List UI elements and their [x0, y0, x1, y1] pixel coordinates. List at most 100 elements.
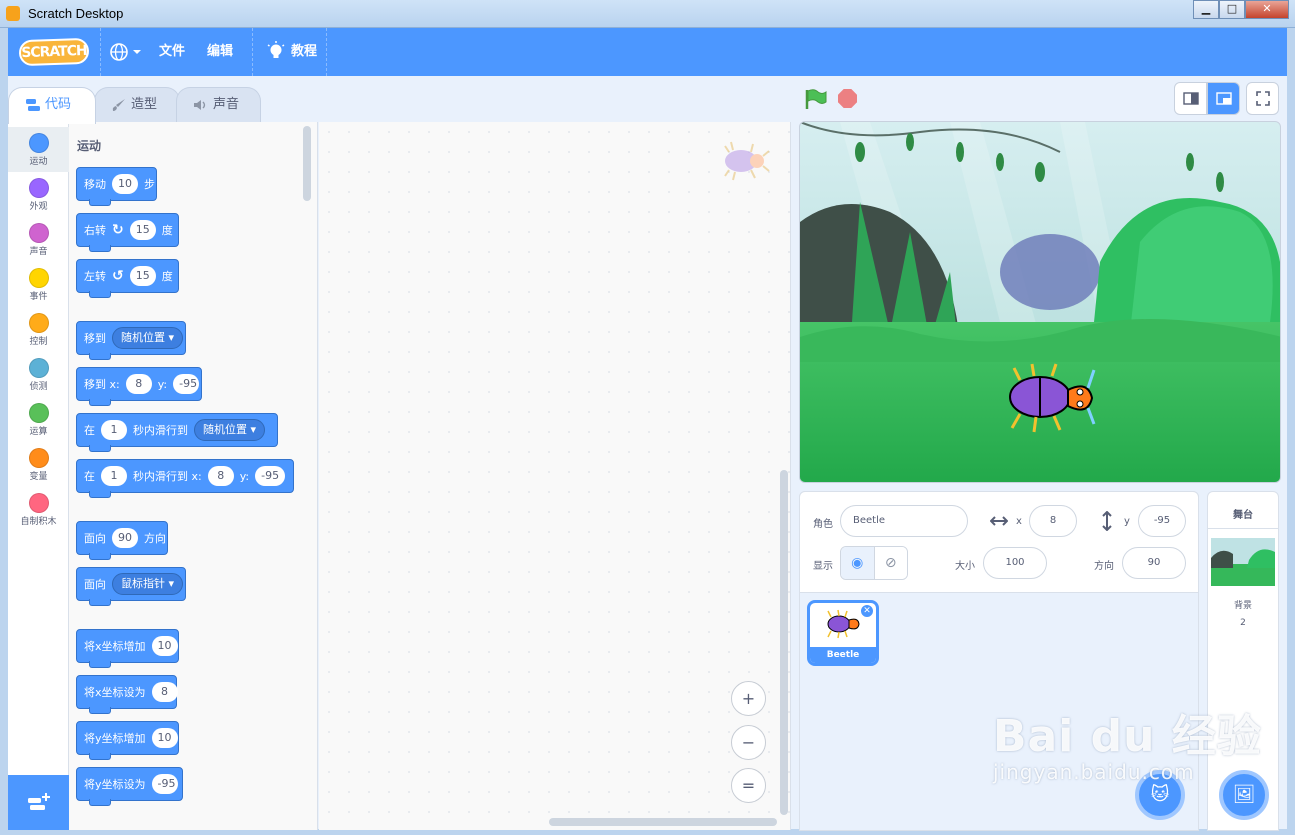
- sprite-name-input[interactable]: Beetle: [840, 505, 968, 537]
- block-text: y:: [157, 377, 168, 391]
- backdrops-label: 背景: [1233, 601, 1252, 611]
- category-sensing[interactable]: 侦测: [8, 352, 69, 397]
- glide-target-dropdown[interactable]: 随机位置 ▾: [194, 419, 266, 441]
- category-menu: 运动 外观 声音 事件 控制 侦测 运算 变量 自制积木: [8, 122, 69, 830]
- block-move-steps[interactable]: 移动 10 步: [76, 167, 157, 206]
- tab-costumes[interactable]: 造型: [94, 87, 180, 123]
- minimize-button[interactable]: ▁: [1193, 0, 1219, 19]
- menu-bar: SCRATCH 文件 编辑 教程: [8, 28, 1287, 76]
- stop-icon[interactable]: [838, 89, 857, 108]
- scratch-app-icon: [6, 6, 20, 21]
- block-text: 在: [84, 470, 95, 483]
- y-position-input[interactable]: -95: [1138, 505, 1186, 537]
- category-dot: [28, 403, 49, 423]
- x-input[interactable]: 8: [207, 466, 234, 486]
- category-operators[interactable]: 运算: [8, 397, 69, 442]
- block-glide-to[interactable]: 在 1 秒内滑行到 随机位置 ▾: [76, 413, 278, 452]
- y-input[interactable]: -95: [173, 374, 200, 394]
- block-glide-xy[interactable]: 在 1 秒内滑行到 x: 8 y: -95: [76, 459, 294, 498]
- tutorials-label: 教程: [291, 44, 318, 59]
- dropdown-value: 随机位置: [203, 423, 247, 436]
- scratch-logo[interactable]: SCRATCH: [18, 37, 90, 67]
- small-stage-button[interactable]: [1174, 82, 1207, 115]
- zoom-in-button[interactable]: +: [731, 681, 766, 716]
- towards-target-dropdown[interactable]: 鼠标指针 ▾: [112, 573, 184, 595]
- block-point-towards[interactable]: 面向 鼠标指针 ▾: [76, 567, 186, 606]
- block-text: 在: [84, 424, 95, 437]
- green-flag-icon[interactable]: [804, 88, 828, 110]
- file-menu[interactable]: 文件: [159, 28, 185, 76]
- degrees-input[interactable]: 15: [129, 220, 156, 240]
- show-label: 显示: [813, 561, 833, 572]
- block-change-x[interactable]: 将x坐标增加 10: [76, 629, 179, 668]
- block-change-y[interactable]: 将y坐标增加 10: [76, 721, 179, 760]
- sprite-tile-name: Beetle: [810, 647, 876, 663]
- edit-menu[interactable]: 编辑: [207, 28, 233, 76]
- tutorials-menu[interactable]: 教程: [265, 28, 317, 76]
- set-y-input[interactable]: -95: [151, 774, 178, 794]
- goto-target-dropdown[interactable]: 随机位置 ▾: [112, 327, 184, 349]
- tab-sounds[interactable]: 声音: [176, 87, 261, 123]
- workspace-vertical-scrollbar[interactable]: [780, 470, 788, 815]
- normal-stage-button[interactable]: [1207, 82, 1240, 115]
- palette-scrollbar[interactable]: [303, 126, 311, 201]
- fullscreen-button[interactable]: [1246, 82, 1279, 115]
- maximize-button[interactable]: □: [1219, 0, 1245, 19]
- block-turn-left[interactable]: 左转 ↺ 15 度: [76, 259, 179, 298]
- tab-code-label: 代码: [45, 97, 72, 112]
- category-events[interactable]: 事件: [8, 262, 69, 307]
- zoom-reset-icon: =: [741, 776, 756, 795]
- y-input[interactable]: -95: [255, 466, 286, 486]
- block-turn-right[interactable]: 右转 ↻ 15 度: [76, 213, 179, 252]
- category-my-blocks[interactable]: 自制积木: [8, 487, 69, 532]
- paintbrush-icon: [112, 99, 125, 111]
- show-sprite-button[interactable]: ◉: [841, 547, 875, 579]
- block-text: 将y坐标设为: [84, 778, 146, 791]
- block-text: 方向: [144, 532, 166, 545]
- fullscreen-icon: [1255, 91, 1270, 106]
- zoom-reset-button[interactable]: =: [731, 768, 766, 803]
- zoom-out-button[interactable]: −: [731, 725, 766, 760]
- baidu-watermark: Bai du 经验 jingyan.baidu.com: [993, 700, 1262, 784]
- category-control[interactable]: 控制: [8, 307, 69, 352]
- y-label: y: [1124, 516, 1130, 527]
- secs-input[interactable]: 1: [101, 466, 127, 486]
- cat-sprite-icon: 🐱: [1150, 784, 1170, 805]
- size-input[interactable]: 100: [983, 547, 1047, 579]
- stage-selector-title: 舞台: [1233, 510, 1253, 521]
- block-set-y[interactable]: 将y坐标设为 -95: [76, 767, 183, 806]
- language-menu[interactable]: [109, 28, 145, 76]
- category-dot: [28, 178, 49, 198]
- category-sound[interactable]: 声音: [8, 217, 69, 262]
- change-y-input[interactable]: 10: [151, 728, 178, 748]
- direction-input[interactable]: 90: [1122, 547, 1186, 579]
- block-point-direction[interactable]: 面向 90 方向: [76, 521, 168, 560]
- add-extension-button[interactable]: [8, 775, 69, 830]
- tab-sounds-label: 声音: [213, 97, 240, 112]
- x-input[interactable]: 8: [125, 374, 152, 394]
- block-goto[interactable]: 移到 随机位置 ▾: [76, 321, 186, 360]
- category-looks[interactable]: 外观: [8, 172, 69, 217]
- direction-input[interactable]: 90: [112, 528, 138, 548]
- set-x-input[interactable]: 8: [151, 682, 178, 702]
- close-button[interactable]: ✕: [1245, 0, 1289, 19]
- tab-code[interactable]: 代码: [8, 87, 96, 124]
- secs-input[interactable]: 1: [101, 420, 127, 440]
- category-variables[interactable]: 变量: [8, 442, 69, 487]
- steps-input[interactable]: 10: [112, 174, 138, 194]
- degrees-input[interactable]: 15: [129, 266, 156, 286]
- stage-canvas[interactable]: [799, 121, 1281, 483]
- block-set-x[interactable]: 将x坐标设为 8: [76, 675, 178, 714]
- current-sprite-watermark: [724, 141, 770, 181]
- block-goto-xy[interactable]: 移到 x: 8 y: -95: [76, 367, 202, 406]
- dropdown-value: 鼠标指针: [121, 577, 165, 590]
- hide-sprite-button[interactable]: ⊘: [874, 547, 907, 579]
- change-x-input[interactable]: 10: [151, 636, 178, 656]
- workspace-horizontal-scrollbar[interactable]: [549, 818, 777, 826]
- category-motion[interactable]: 运动: [8, 127, 69, 172]
- script-workspace[interactable]: [319, 122, 791, 830]
- backdrop-thumbnail: [1211, 538, 1275, 586]
- delete-sprite-icon[interactable]: ✕: [860, 604, 874, 618]
- x-position-input[interactable]: 8: [1029, 505, 1077, 537]
- menu-divider: [252, 28, 253, 76]
